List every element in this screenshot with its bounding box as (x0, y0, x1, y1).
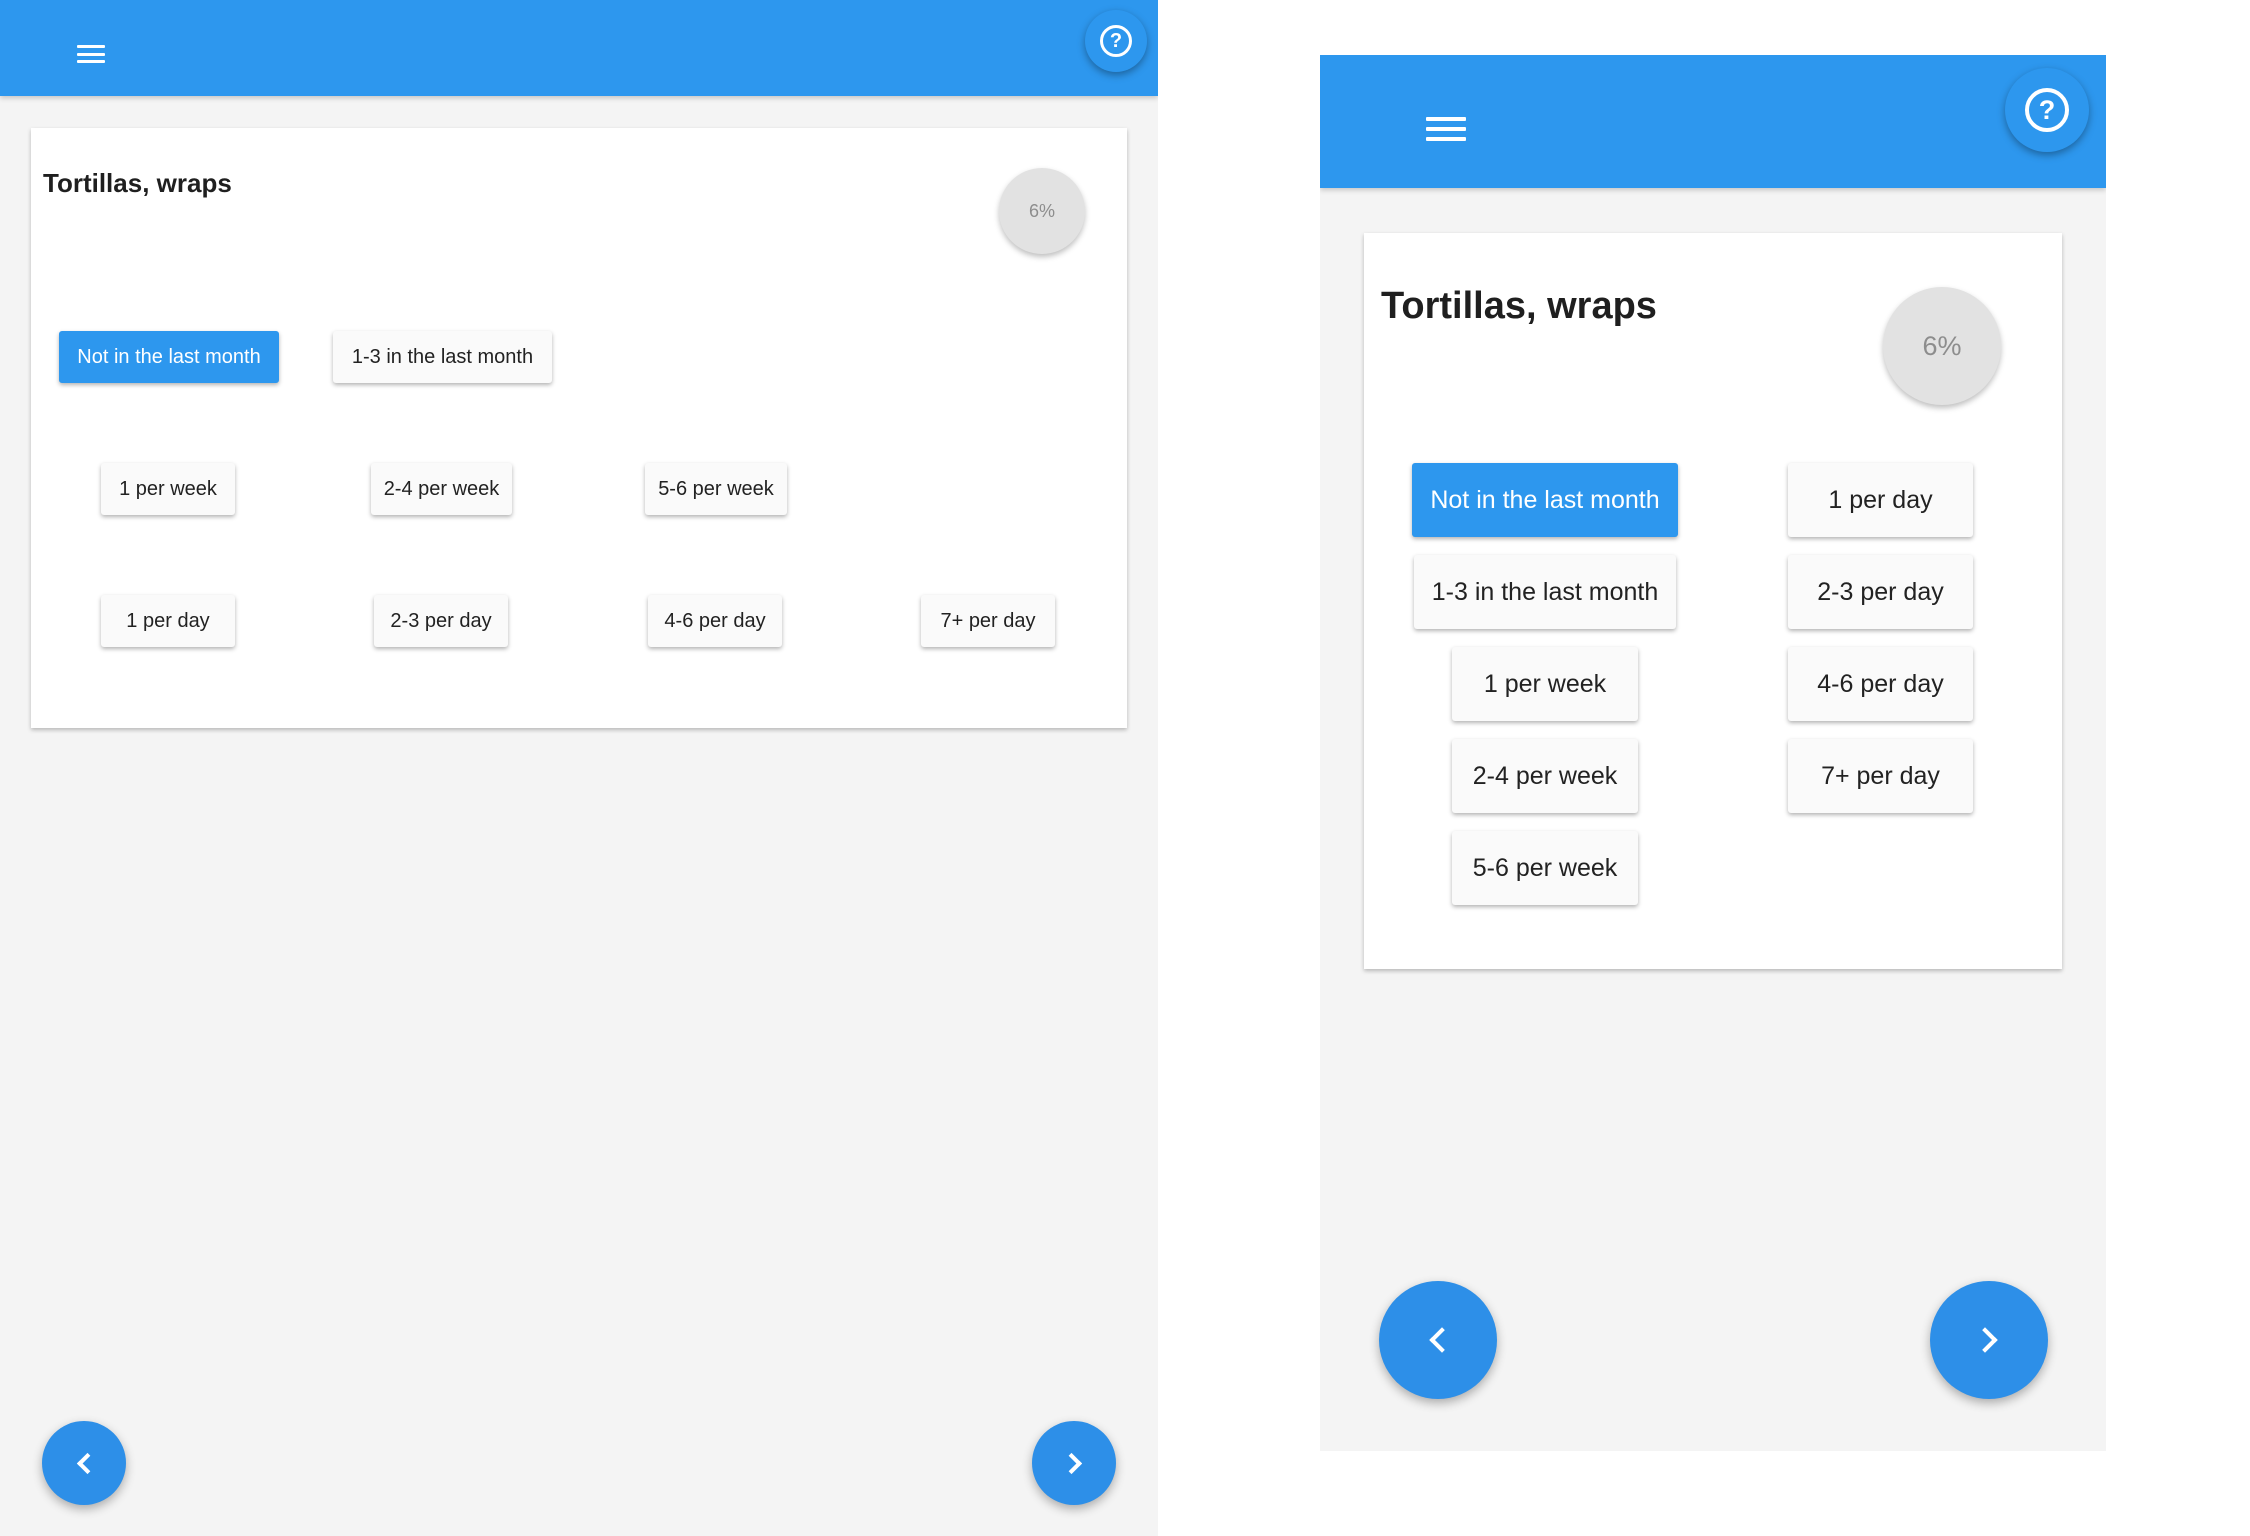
help-circle-icon: ? (1100, 25, 1132, 57)
option-5-6-per-week[interactable]: 5-6 per week (645, 463, 787, 515)
previous-button[interactable] (1379, 1281, 1497, 1399)
option-2-3-per-day[interactable]: 2-3 per day (1788, 555, 1973, 629)
question-title: Tortillas, wraps (1381, 285, 1657, 327)
option-1-per-day[interactable]: 1 per day (101, 595, 235, 647)
previous-button[interactable] (42, 1421, 126, 1505)
menu-icon[interactable] (1426, 117, 1466, 141)
progress-indicator: 6% (999, 168, 1085, 254)
next-button[interactable] (1930, 1281, 2048, 1399)
option-1-per-week[interactable]: 1 per week (1452, 647, 1638, 721)
question-title: Tortillas, wraps (43, 168, 232, 198)
next-button[interactable] (1032, 1421, 1116, 1505)
chevron-left-icon (76, 1452, 98, 1474)
option-5-6-per-week[interactable]: 5-6 per week (1452, 831, 1638, 905)
narrow-layout-view: ? Tortillas, wraps 6% Not in the last mo… (1320, 55, 2106, 1451)
option-2-4-per-week[interactable]: 2-4 per week (371, 463, 512, 515)
option-1-per-week[interactable]: 1 per week (101, 463, 235, 515)
chevron-right-icon (1972, 1327, 1998, 1353)
option-not-in-last-month[interactable]: Not in the last month (1412, 463, 1678, 537)
option-2-3-per-day[interactable]: 2-3 per day (374, 595, 508, 647)
question-card: Tortillas, wraps 6% Not in the last mont… (1364, 233, 2062, 969)
chevron-right-icon (1060, 1452, 1082, 1474)
help-button[interactable]: ? (2005, 68, 2089, 152)
app-bar: ? (1320, 55, 2106, 188)
option-1-3-in-last-month[interactable]: 1-3 in the last month (1414, 555, 1676, 629)
option-7-plus-per-day[interactable]: 7+ per day (1788, 739, 1973, 813)
option-4-6-per-day[interactable]: 4-6 per day (648, 595, 782, 647)
help-button[interactable]: ? (1085, 10, 1147, 72)
app-bar: ? (0, 0, 1158, 96)
question-card: Tortillas, wraps 6% Not in the last mont… (31, 128, 1127, 728)
option-1-per-day[interactable]: 1 per day (1788, 463, 1973, 537)
option-4-6-per-day[interactable]: 4-6 per day (1788, 647, 1973, 721)
chevron-left-icon (1429, 1327, 1455, 1353)
help-circle-icon: ? (2025, 88, 2069, 132)
option-2-4-per-week[interactable]: 2-4 per week (1452, 739, 1638, 813)
option-1-3-in-last-month[interactable]: 1-3 in the last month (333, 331, 552, 383)
option-7-plus-per-day[interactable]: 7+ per day (921, 595, 1055, 647)
menu-icon[interactable] (77, 45, 105, 63)
wide-layout-view: ? Tortillas, wraps 6% Not in the last mo… (0, 0, 1158, 1536)
option-not-in-last-month[interactable]: Not in the last month (59, 331, 279, 383)
progress-indicator: 6% (1883, 287, 2001, 405)
